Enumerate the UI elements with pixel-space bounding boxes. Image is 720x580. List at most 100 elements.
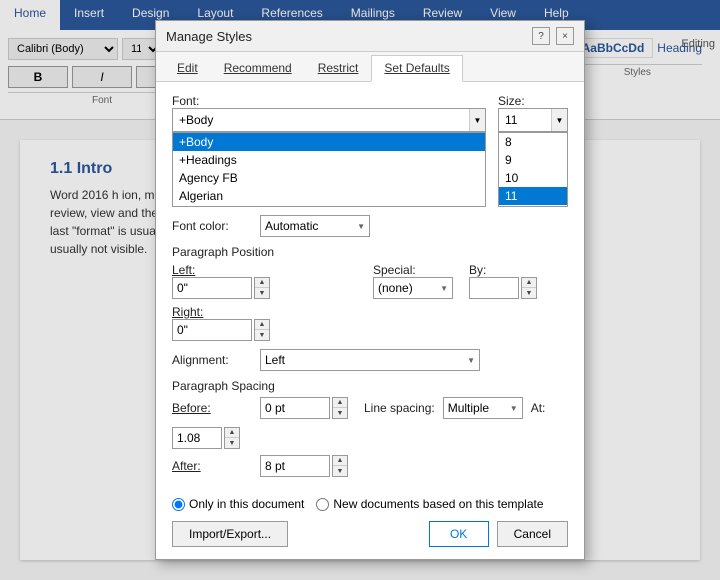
radio-only-this-doc-input[interactable] [172, 498, 185, 511]
radio-new-docs-input[interactable] [316, 498, 329, 511]
dialog-controls: ? × [532, 27, 574, 45]
right-spin-buttons: ▲ ▼ [254, 319, 270, 341]
size-item-9[interactable]: 9 [499, 151, 567, 169]
alignment-dropdown-arrow: ▼ [467, 356, 475, 365]
before-group: Before: [172, 401, 252, 415]
paragraph-position-label: Paragraph Position [172, 245, 568, 259]
size-item-11[interactable]: 11 [499, 187, 567, 205]
before-spin-up[interactable]: ▲ [333, 398, 347, 408]
after-label: After: [172, 459, 252, 473]
ok-button[interactable]: OK [429, 521, 489, 547]
at-spin-up[interactable]: ▲ [225, 428, 239, 438]
ok-cancel-group: OK Cancel [429, 521, 568, 547]
before-spinbox[interactable] [260, 397, 330, 419]
color-auto-text: Automatic [265, 219, 353, 233]
before-spin-down[interactable]: ▼ [333, 408, 347, 418]
manage-styles-dialog: Manage Styles ? × Edit Recommend Restric… [155, 20, 585, 560]
alignment-label: Alignment: [172, 353, 252, 367]
font-item-algerian[interactable]: Algerian [173, 187, 485, 205]
left-spinbox-row: ▲ ▼ [172, 277, 367, 299]
font-color-label: Font color: [172, 219, 252, 233]
size-item-12[interactable]: 12 [499, 205, 567, 207]
line-spacing-label: Line spacing: [364, 401, 435, 415]
paragraph-spacing-label: Paragraph Spacing [172, 379, 568, 393]
by-spin-buttons: ▲ ▼ [521, 277, 537, 299]
after-spinbox[interactable] [260, 455, 330, 477]
size-section: Size: ▼ 8 9 10 11 12 [498, 94, 568, 207]
at-spin-buttons: ▲ ▼ [224, 427, 240, 449]
dialog-tab-set-defaults[interactable]: Set Defaults [371, 55, 462, 82]
font-color-select[interactable]: Automatic ▼ [260, 215, 370, 237]
font-listbox[interactable]: +Body +Headings Agency FB Algerian Arial [172, 132, 486, 207]
import-export-button[interactable]: Import/Export... [172, 521, 288, 547]
before-spin-buttons: ▲ ▼ [332, 397, 348, 419]
size-dropdown-arrow[interactable]: ▼ [551, 109, 567, 131]
by-group: By: ▲ ▼ [469, 263, 549, 299]
special-group: Special: (none) ▼ [373, 263, 453, 299]
dialog-tabs: Edit Recommend Restrict Set Defaults [156, 52, 584, 82]
dialog-tab-recommend[interactable]: Recommend [211, 55, 305, 81]
by-spinbox[interactable] [469, 277, 519, 299]
font-item-headings[interactable]: +Headings [173, 151, 485, 169]
font-item-body[interactable]: +Body [173, 133, 485, 151]
dialog-title: Manage Styles [166, 29, 252, 44]
size-listbox[interactable]: 8 9 10 11 12 [498, 132, 568, 207]
radio-only-this-doc[interactable]: Only in this document [172, 497, 304, 511]
right-spinbox[interactable] [172, 319, 252, 341]
dialog-help-button[interactable]: ? [532, 27, 550, 45]
right-spin-up[interactable]: ▲ [255, 320, 269, 330]
alignment-row: Alignment: Left ▼ [172, 349, 568, 371]
by-spin-down[interactable]: ▼ [522, 288, 536, 298]
line-spacing-value: Multiple [448, 401, 506, 415]
dialog-tab-edit[interactable]: Edit [164, 55, 211, 81]
color-dropdown-arrow: ▼ [357, 222, 365, 231]
before-label: Before: [172, 401, 252, 415]
cancel-button[interactable]: Cancel [497, 521, 568, 547]
font-section: Font: ▼ +Body +Headings Agency FB Algeri… [172, 94, 486, 207]
left-spin-up[interactable]: ▲ [255, 278, 269, 288]
font-item-agencyfb[interactable]: Agency FB [173, 169, 485, 187]
after-spin-buttons: ▲ ▼ [332, 455, 348, 477]
at-spinbox[interactable] [172, 427, 222, 449]
after-spin-up[interactable]: ▲ [333, 456, 347, 466]
left-label: Left: [172, 263, 367, 277]
at-spin-down[interactable]: ▼ [225, 438, 239, 448]
radio-row: Only in this document New documents base… [172, 497, 568, 511]
size-label: Size: [498, 94, 578, 108]
at-spinbox-row: ▲ ▼ [172, 427, 240, 449]
dialog-footer: Only in this document New documents base… [156, 489, 584, 559]
size-input[interactable] [499, 109, 551, 131]
font-input[interactable] [173, 109, 469, 131]
special-dropdown-arrow: ▼ [440, 284, 448, 293]
dialog-close-button[interactable]: × [556, 27, 574, 45]
at-group: At: [531, 401, 546, 415]
left-spin-down[interactable]: ▼ [255, 288, 269, 298]
radio-new-docs[interactable]: New documents based on this template [316, 497, 543, 511]
by-spin-up[interactable]: ▲ [522, 278, 536, 288]
font-color-row: Font color: Automatic ▼ [172, 215, 568, 237]
right-spin-down[interactable]: ▼ [255, 330, 269, 340]
right-field-group: Right: ▲ ▼ [172, 305, 367, 341]
right-spinbox-row: ▲ ▼ [172, 319, 367, 341]
alignment-select[interactable]: Left ▼ [260, 349, 480, 371]
special-select[interactable]: (none) ▼ [373, 277, 453, 299]
special-label: Special: [373, 263, 453, 277]
dialog-tab-restrict[interactable]: Restrict [305, 55, 372, 81]
left-spinbox[interactable] [172, 277, 252, 299]
special-value: (none) [378, 281, 436, 295]
line-spacing-dropdown-arrow: ▼ [510, 404, 518, 413]
by-label: By: [469, 263, 549, 277]
left-spin-buttons: ▲ ▼ [254, 277, 270, 299]
after-spin-down[interactable]: ▼ [333, 466, 347, 476]
size-item-10[interactable]: 10 [499, 169, 567, 187]
line-spacing-select[interactable]: Multiple ▼ [443, 397, 523, 419]
after-spinbox-row: ▲ ▼ [260, 455, 348, 477]
font-item-arial[interactable]: Arial [173, 205, 485, 207]
font-dropdown-arrow[interactable]: ▼ [469, 109, 485, 131]
dialog-titlebar: Manage Styles ? × [156, 21, 584, 52]
radio-only-this-doc-label: Only in this document [189, 497, 304, 511]
dialog-body: Font: ▼ +Body +Headings Agency FB Algeri… [156, 82, 584, 489]
size-item-8[interactable]: 8 [499, 133, 567, 151]
action-row: Import/Export... OK Cancel [172, 521, 568, 547]
at-label: At: [531, 401, 546, 415]
